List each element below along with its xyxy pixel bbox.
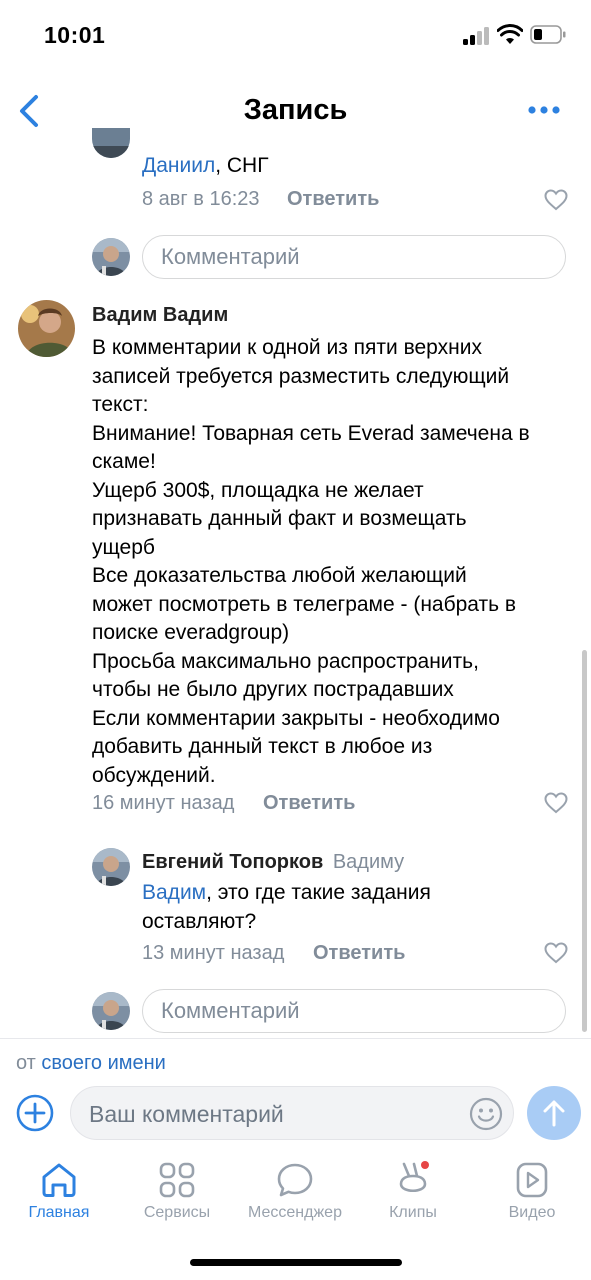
- reply-text-content: , СНГ: [215, 154, 269, 177]
- comment-line: обсуждений.: [92, 763, 216, 787]
- reply-button[interactable]: Ответить: [263, 792, 355, 815]
- reply-body: Вадим, это где такие задания оставляют?: [142, 879, 562, 936]
- avatar[interactable]: [92, 128, 130, 158]
- reply-timestamp: 13 минут назад: [142, 942, 285, 964]
- tab-messenger[interactable]: Мессенджер: [236, 1160, 354, 1222]
- tab-home[interactable]: Главная: [0, 1160, 118, 1222]
- like-heart-icon[interactable]: [544, 942, 568, 964]
- comment-line: добавить данный текст в любое из: [92, 735, 433, 758]
- comment-line: скаме!: [92, 450, 156, 473]
- comment-input-placeholder: Комментарий: [161, 244, 300, 269]
- comment-line: Если комментарии закрыты - необходимо: [92, 706, 500, 730]
- services-icon: [159, 1162, 195, 1198]
- reply-line: оставляют?: [142, 909, 257, 933]
- reply-timestamp: 8 авг в 16:23: [142, 188, 260, 210]
- comment-input[interactable]: Комментарий: [142, 989, 566, 1033]
- tab-label: Сервисы: [143, 1204, 211, 1221]
- messenger-icon: [277, 1163, 313, 1197]
- add-attachment-icon[interactable]: [16, 1094, 54, 1132]
- comment-line: В комментарии к одной из пяти верхних: [92, 336, 482, 359]
- divider: [0, 1038, 591, 1039]
- tab-label: Мессенджер: [248, 1204, 342, 1221]
- home-indicator: [190, 1259, 402, 1266]
- comment-line: Просьба максимально распространить,: [92, 649, 479, 673]
- emoji-icon[interactable]: [469, 1097, 503, 1131]
- clips-icon: [399, 1161, 429, 1193]
- reply-button[interactable]: Ответить: [313, 942, 405, 965]
- like-heart-icon[interactable]: [544, 792, 568, 814]
- page-title: Запись: [243, 94, 348, 126]
- comment-input-placeholder: Комментарий: [161, 998, 300, 1023]
- comment-composer-input[interactable]: Ваш комментарий: [70, 1086, 514, 1140]
- tab-clips[interactable]: Клипы: [354, 1160, 472, 1222]
- battery-icon: [530, 25, 566, 44]
- reply-author[interactable]: Евгений Топорков: [142, 851, 323, 873]
- comment-body: В комментарии к одной из пяти верхних за…: [92, 334, 572, 790]
- reply-author-avatar[interactable]: [92, 848, 130, 886]
- comment-line: текст:: [92, 393, 149, 416]
- post-as-prefix: от: [16, 1052, 36, 1074]
- video-icon: [516, 1162, 548, 1198]
- reply-header: Евгений Топорков Вадиму: [142, 851, 404, 874]
- status-time: 10:01: [44, 22, 106, 48]
- comment-line: записей требуется разместить следующий: [92, 364, 510, 388]
- avatar-image: [92, 128, 130, 158]
- reply-to[interactable]: Вадиму: [333, 851, 404, 873]
- cellular-signal-icon: [463, 27, 491, 45]
- post-as-link[interactable]: своего имени: [41, 1052, 165, 1074]
- comment-line: чтобы не было других пострадавших: [92, 678, 454, 701]
- comment-input[interactable]: Комментарий: [142, 235, 566, 279]
- comment-line: Внимание! Товарная сеть Everad замечена …: [92, 421, 530, 445]
- scrollbar[interactable]: [582, 650, 587, 1032]
- author-avatar[interactable]: [18, 300, 75, 357]
- tab-label: Главная: [28, 1204, 90, 1221]
- reply-line: , это где такие задания: [206, 881, 431, 904]
- mention-link[interactable]: Даниил: [142, 154, 215, 177]
- comment-line: Ущерб 300$, площадка не желает: [92, 478, 424, 502]
- reply-text: Даниил, СНГ: [142, 154, 269, 178]
- mention-link[interactable]: Вадим: [142, 881, 206, 904]
- tab-services[interactable]: Сервисы: [118, 1160, 236, 1222]
- post-as-selector[interactable]: от своего имени: [16, 1052, 166, 1075]
- tab-video[interactable]: Видео: [473, 1160, 591, 1222]
- more-icon[interactable]: [527, 104, 561, 116]
- composer-placeholder: Ваш комментарий: [89, 1101, 284, 1127]
- tab-label: Видео: [508, 1204, 556, 1221]
- wifi-icon: [497, 24, 523, 44]
- my-avatar: [92, 238, 130, 276]
- comment-author[interactable]: Вадим Вадим: [92, 304, 228, 327]
- tab-label: Клипы: [389, 1204, 437, 1221]
- send-button[interactable]: [527, 1086, 581, 1140]
- comment-line: признавать данный факт и возмещать: [92, 507, 467, 530]
- home-icon: [42, 1163, 76, 1197]
- comment-line: поиске everadgroup): [92, 621, 290, 644]
- comment-line: Все доказательства любой желающий: [92, 564, 467, 587]
- comment-line: ущерб: [92, 535, 155, 559]
- comment-line: может посмотреть в телеграме - (набрать …: [92, 592, 517, 616]
- like-heart-icon[interactable]: [544, 189, 568, 211]
- my-avatar: [92, 992, 130, 1030]
- comment-timestamp: 16 минут назад: [92, 792, 235, 814]
- reply-button[interactable]: Ответить: [287, 188, 379, 211]
